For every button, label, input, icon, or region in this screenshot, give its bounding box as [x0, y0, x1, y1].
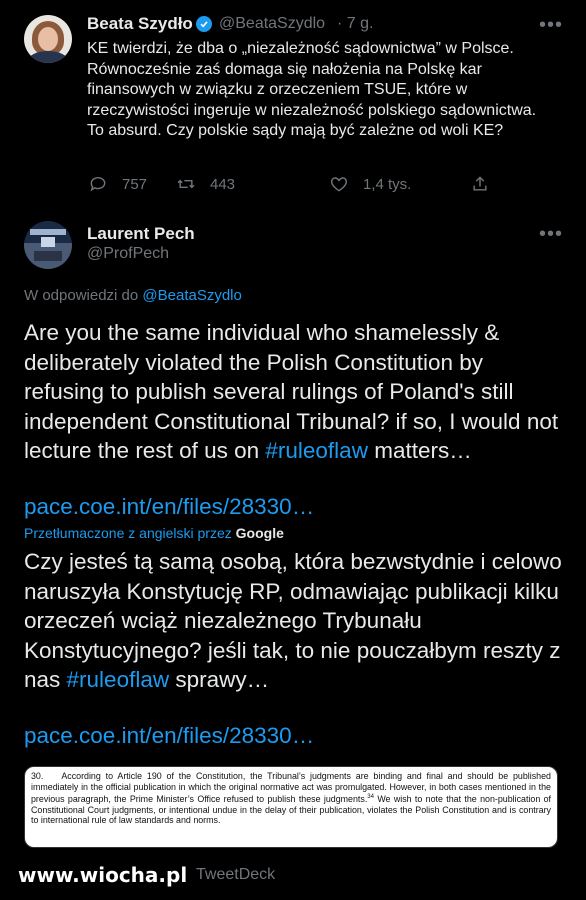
- google-logo: Google: [235, 525, 284, 541]
- reply-button[interactable]: 757: [88, 174, 147, 194]
- document-excerpt-image[interactable]: 30. According to Article 190 of the Const…: [24, 766, 558, 848]
- hashtag-link[interactable]: #ruleoflaw: [265, 438, 368, 463]
- reply-count: 757: [122, 175, 148, 193]
- external-link[interactable]: pace.coe.int/en/files/28330…: [24, 723, 314, 749]
- heart-icon: [330, 177, 348, 192]
- replying-to: W odpowiedzi do @BeataSzydlo: [24, 287, 242, 304]
- author-handle[interactable]: @ProfPech: [87, 245, 169, 263]
- paragraph-number: 30.: [31, 771, 44, 781]
- mention-link[interactable]: @BeataSzydlo: [142, 287, 241, 304]
- tweet-actions: 757 443 1,4 tys.: [88, 174, 487, 196]
- share-icon: [473, 176, 487, 191]
- reply-icon: [90, 177, 106, 192]
- footnote-ref: 34: [367, 794, 374, 801]
- replying-to-label: W odpowiedzi do: [24, 287, 139, 304]
- like-count: 1,4 tys.: [363, 175, 412, 193]
- verified-badge-icon: [196, 16, 212, 32]
- more-options-icon[interactable]: •••: [539, 224, 563, 244]
- tweet-text-end: matters…: [367, 438, 472, 463]
- retweet-button[interactable]: 443: [176, 174, 235, 194]
- translation-attribution: Przetłumaczone z angielski przez Google: [24, 525, 284, 541]
- author-name[interactable]: Laurent Pech: [87, 224, 195, 244]
- original-tweet[interactable]: Beata Szydło @BeataSzydlo · 7 g. ••• KE …: [0, 0, 586, 212]
- avatar[interactable]: [24, 15, 72, 63]
- more-options-icon[interactable]: •••: [539, 15, 563, 35]
- author-handle[interactable]: @BeataSzydlo: [219, 15, 325, 33]
- external-link[interactable]: pace.coe.int/en/files/28330…: [24, 494, 314, 520]
- retweet-count: 443: [210, 175, 236, 193]
- like-button[interactable]: 1,4 tys.: [329, 174, 411, 194]
- avatar[interactable]: [24, 221, 72, 269]
- translation-label: Przetłumaczone z angielski przez: [24, 525, 232, 541]
- tweet-time[interactable]: · 7 g.: [337, 15, 373, 33]
- tweet-source[interactable]: TweetDeck: [196, 866, 275, 884]
- retweet-icon: [177, 179, 195, 189]
- tweet-text-original: Are you the same individual who shameles…: [24, 318, 564, 466]
- share-button[interactable]: [470, 174, 490, 194]
- author-name[interactable]: Beata Szydło: [87, 14, 193, 34]
- watermark-logo: www.wiocha.pl: [18, 863, 188, 887]
- translated-text-end: sprawy…: [169, 667, 270, 692]
- tweet-text-translated: Czy jesteś tą samą osobą, która bezwstyd…: [24, 547, 564, 695]
- tweet-text: KE twierdzi, że dba o „niezależność sądo…: [87, 40, 537, 139]
- hashtag-link[interactable]: #ruleoflaw: [67, 667, 170, 692]
